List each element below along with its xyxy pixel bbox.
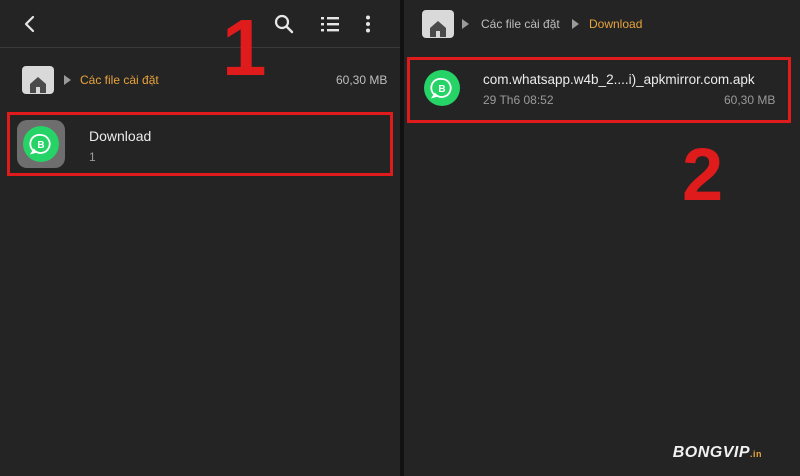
view-mode-button[interactable] (314, 8, 346, 40)
home-button[interactable] (422, 10, 454, 38)
chevron-left-icon (24, 15, 35, 33)
file-size: 60,30 MB (724, 93, 776, 107)
more-vert-icon (366, 15, 370, 33)
search-button[interactable] (268, 8, 300, 40)
breadcrumb-separator (462, 19, 469, 29)
chat-bubble-b-icon: B (29, 133, 51, 155)
home-button[interactable] (22, 66, 54, 94)
folder-name: Download (89, 128, 152, 144)
back-button[interactable] (14, 8, 46, 40)
watermark-suffix: .in (750, 449, 762, 459)
more-options-button[interactable] (352, 8, 384, 40)
file-name: com.whatsapp.w4b_2....i)_apkmirror.com.a… (483, 72, 755, 87)
home-icon (430, 21, 446, 37)
right-panel: Các file cài đặt Download B com.whatsapp… (404, 0, 800, 476)
folder-item-count: 1 (89, 150, 96, 164)
whatsapp-business-icon: B (424, 70, 460, 106)
svg-text:B: B (37, 140, 44, 151)
file-date: 29 Th6 08:52 (483, 93, 554, 107)
left-panel: Các file cài đặt 60,30 MB B Download 1 1 (0, 0, 400, 476)
step-number-2: 2 (682, 133, 724, 216)
chat-bubble-b-icon: B (430, 77, 452, 99)
breadcrumb-folder[interactable]: Các file cài đặt (80, 73, 159, 87)
folder-thumbnail: B (17, 120, 65, 168)
home-icon (30, 77, 46, 93)
svg-text:B: B (438, 84, 445, 95)
watermark-text: BONGVIP (672, 444, 750, 461)
folder-size: 60,30 MB (336, 73, 388, 87)
breadcrumb-separator (572, 19, 579, 29)
step-number-1: 1 (222, 3, 267, 92)
watermark-logo: BONGVIP.in (673, 444, 762, 462)
breadcrumb-folder[interactable]: Các file cài đặt (481, 17, 560, 31)
breadcrumb-separator (64, 75, 71, 85)
toolbar (0, 0, 400, 48)
file-item-apk[interactable] (407, 57, 791, 123)
search-icon (274, 14, 294, 34)
list-view-icon (321, 17, 339, 32)
whatsapp-business-icon: B (23, 126, 59, 162)
breadcrumb-current[interactable]: Download (589, 17, 642, 31)
